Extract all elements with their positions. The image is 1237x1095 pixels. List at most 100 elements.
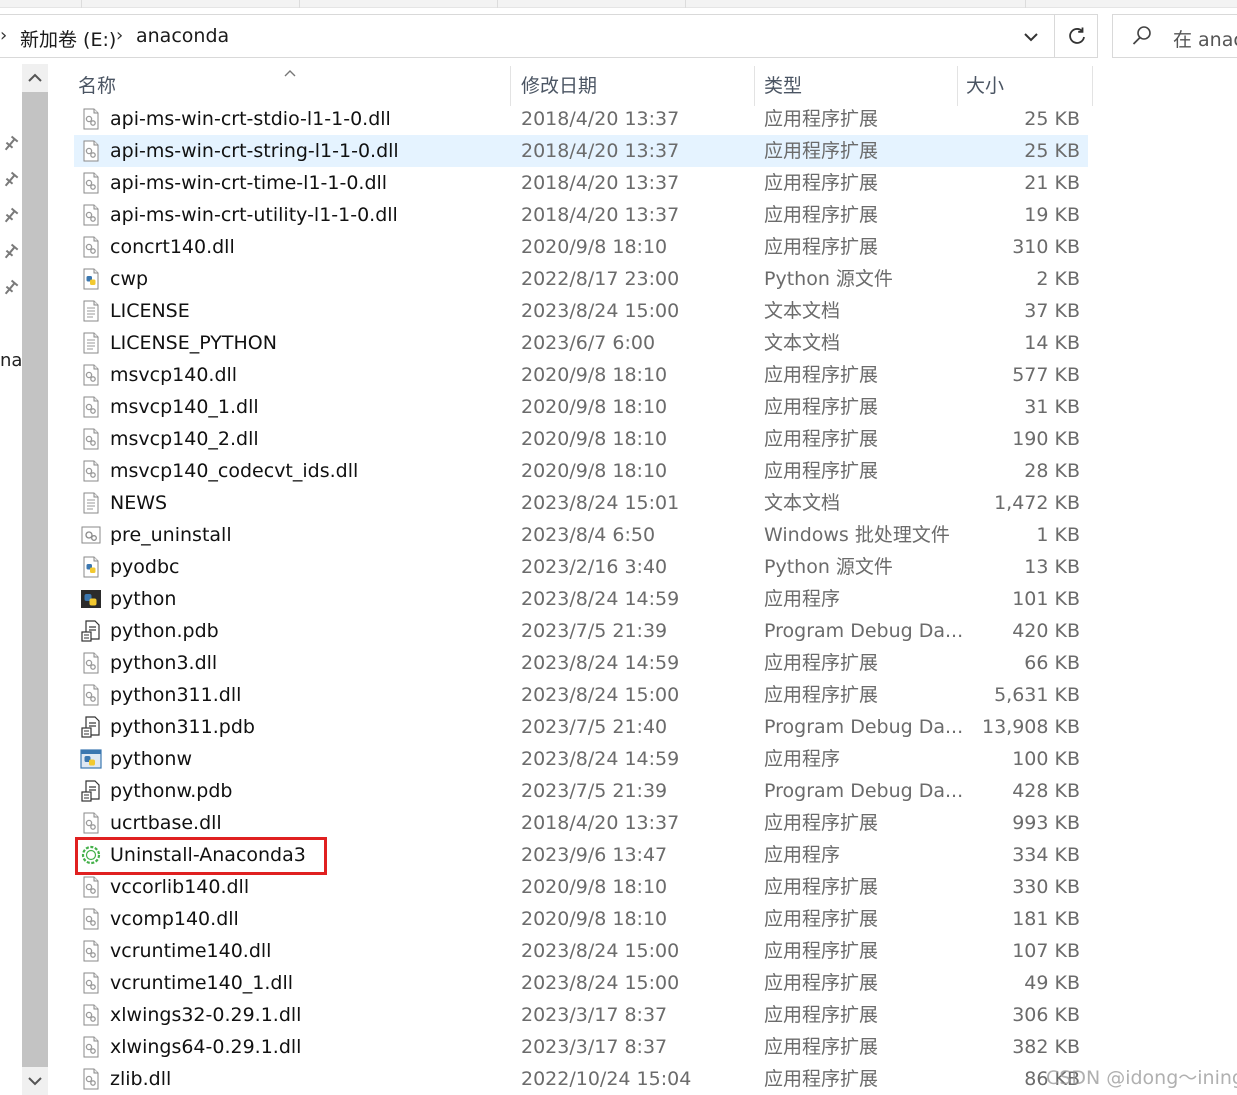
search-placeholder[interactable]: 在 anac — [1173, 25, 1237, 52]
file-name: msvcp140_2.dll — [110, 428, 259, 450]
file-name: python311.dll — [110, 684, 242, 706]
file-row-selected[interactable]: api-ms-win-crt-string-l1-1-0.dll 2018/4/2… — [74, 135, 1088, 167]
column-header-name[interactable]: 名称 — [70, 66, 510, 106]
file-type: 应用程序 — [764, 844, 841, 866]
file-row[interactable]: python3.dll 2023/8/24 14:59 应用程序扩展 66 KB — [74, 647, 1088, 679]
file-date: 2023/8/24 14:59 — [521, 652, 680, 674]
dll-icon — [80, 1068, 102, 1090]
dll-icon — [80, 236, 102, 258]
breadcrumb-chevron-icon[interactable]: › — [0, 25, 7, 46]
file-name: xlwings64-0.29.1.dll — [110, 1036, 302, 1058]
vertical-scrollbar[interactable] — [22, 64, 48, 1095]
breadcrumb-drive[interactable]: 新加卷 (E:) — [20, 25, 116, 52]
file-row[interactable]: zlib.dll 2022/10/24 15:04 应用程序扩展 86 KB — [74, 1063, 1088, 1095]
file-row[interactable]: vccorlib140.dll 2020/9/8 18:10 应用程序扩展 330 K… — [74, 871, 1088, 903]
file-date: 2023/2/16 3:40 — [521, 556, 668, 578]
file-row[interactable]: xlwings64-0.29.1.dll 2023/3/17 8:37 应用程序扩展… — [74, 1031, 1088, 1063]
file-size: 28 KB — [1024, 460, 1080, 482]
file-row[interactable]: api-ms-win-crt-utility-l1-1-0.dll 2018/4/… — [74, 199, 1088, 231]
nav-item-label[interactable]: na — [0, 350, 22, 371]
pin-icon[interactable] — [1, 242, 19, 260]
file-row[interactable]: concrt140.dll 2020/9/8 18:10 应用程序扩展 310 KB — [74, 231, 1088, 263]
file-row[interactable]: pyodbc 2023/2/16 3:40 Python 源文件 13 KB — [74, 551, 1088, 583]
file-size: 993 KB — [1012, 812, 1080, 834]
file-row[interactable]: msvcp140_1.dll 2020/9/8 18:10 应用程序扩展 31 KB — [74, 391, 1088, 423]
file-date: 2020/9/8 18:10 — [521, 876, 668, 898]
file-row[interactable]: pythonw.pdb 2023/7/5 21:39 Program Debug D… — [74, 775, 1088, 807]
file-row[interactable]: NEWS 2023/8/24 15:01 文本文档 1,472 KB — [74, 487, 1088, 519]
file-row[interactable]: LICENSE_PYTHON 2023/6/7 6:00 文本文档 14 KB — [74, 327, 1088, 359]
column-divider[interactable] — [510, 66, 511, 106]
file-type: 应用程序扩展 — [764, 1036, 879, 1058]
file-row[interactable]: ucrtbase.dll 2018/4/20 13:37 应用程序扩展 993 KB — [74, 807, 1088, 839]
dll-icon — [80, 460, 102, 482]
column-divider[interactable] — [754, 66, 755, 106]
column-header-size[interactable]: 大小 — [958, 66, 1092, 106]
scroll-down-icon[interactable] — [22, 1067, 48, 1095]
file-row[interactable]: python 2023/8/24 14:59 应用程序 101 KB — [74, 583, 1088, 615]
dll-icon — [80, 364, 102, 386]
file-row[interactable]: msvcp140_codecvt_ids.dll 2020/9/8 18:10 应用… — [74, 455, 1088, 487]
file-name: ucrtbase.dll — [110, 812, 222, 834]
file-name: Uninstall-Anaconda3 — [110, 844, 306, 866]
pin-icon[interactable] — [1, 134, 19, 152]
file-date: 2018/4/20 13:37 — [521, 812, 680, 834]
file-row[interactable]: pythonw 2023/8/24 14:59 应用程序 100 KB — [74, 743, 1088, 775]
file-row[interactable]: vcruntime140.dll 2023/8/24 15:00 应用程序扩展 107… — [74, 935, 1088, 967]
chevron-down-icon[interactable] — [1017, 23, 1045, 51]
breadcrumb-chevron-icon[interactable]: › — [116, 25, 123, 46]
file-row[interactable]: Uninstall-Anaconda3 2023/9/6 13:47 应用程序 334… — [74, 839, 1088, 871]
file-row[interactable]: python311.pdb 2023/7/5 21:40 Program Debug… — [74, 711, 1088, 743]
file-name: python — [110, 588, 177, 610]
scroll-up-icon[interactable] — [22, 64, 48, 92]
pin-icon[interactable] — [1, 278, 19, 296]
file-type: 应用程序扩展 — [764, 684, 879, 706]
file-size: 190 KB — [1012, 428, 1080, 450]
file-name: cwp — [110, 268, 149, 290]
column-header-type[interactable]: 类型 — [756, 66, 956, 106]
refresh-icon — [1068, 27, 1085, 44]
file-row[interactable]: python311.dll 2023/8/24 15:00 应用程序扩展 5,631 … — [74, 679, 1088, 711]
file-size: 1 KB — [1036, 524, 1080, 546]
file-row[interactable]: msvcp140.dll 2020/9/8 18:10 应用程序扩展 577 KB — [74, 359, 1088, 391]
file-row[interactable]: python.pdb 2023/7/5 21:39 Program Debug Da… — [74, 615, 1088, 647]
file-row[interactable]: vcruntime140_1.dll 2023/8/24 15:00 应用程序扩展 4… — [74, 967, 1088, 999]
address-bar[interactable]: › 新加卷 (E:) › anaconda — [0, 14, 1098, 58]
dll-icon — [80, 972, 102, 994]
file-type: 应用程序扩展 — [764, 364, 879, 386]
column-divider[interactable] — [1092, 66, 1093, 106]
file-name: LICENSE — [110, 300, 190, 322]
file-size: 1,472 KB — [994, 492, 1080, 514]
refresh-button[interactable] — [1054, 15, 1098, 57]
column-header-date[interactable]: 修改日期 — [513, 66, 753, 106]
file-type: 应用程序扩展 — [764, 140, 879, 162]
file-size: 334 KB — [1012, 844, 1080, 866]
file-row[interactable]: pre_uninstall 2023/8/4 6:50 Windows 批处理文件 1… — [74, 519, 1088, 551]
pin-icon[interactable] — [1, 206, 19, 224]
file-row[interactable]: xlwings32-0.29.1.dll 2023/3/17 8:37 应用程序扩展… — [74, 999, 1088, 1031]
pin-icon[interactable] — [1, 170, 19, 188]
file-row[interactable]: msvcp140_2.dll 2020/9/8 18:10 应用程序扩展 190 KB — [74, 423, 1088, 455]
file-row[interactable]: api-ms-win-crt-time-l1-1-0.dll 2018/4/20 … — [74, 167, 1088, 199]
file-row[interactable]: LICENSE 2023/8/24 15:00 文本文档 37 KB — [74, 295, 1088, 327]
scrollbar-thumb[interactable] — [22, 92, 48, 1079]
file-row[interactable]: api-ms-win-crt-stdio-l1-1-0.dll 2018/4/20… — [74, 103, 1088, 135]
dll-icon — [80, 908, 102, 930]
search-box[interactable]: 在 anac — [1112, 14, 1237, 58]
file-row[interactable]: cwp 2022/8/17 23:00 Python 源文件 2 KB — [74, 263, 1088, 295]
file-size: 31 KB — [1024, 396, 1080, 418]
file-type: Python 源文件 — [764, 556, 893, 578]
file-size: 306 KB — [1012, 1004, 1080, 1026]
file-date: 2018/4/20 13:37 — [521, 204, 680, 226]
file-type: 应用程序扩展 — [764, 1004, 879, 1026]
batch-file-icon — [80, 524, 102, 546]
file-date: 2023/8/4 6:50 — [521, 524, 656, 546]
file-type: 应用程序扩展 — [764, 940, 879, 962]
breadcrumb-folder[interactable]: anaconda — [136, 25, 229, 47]
file-row[interactable]: vcomp140.dll 2020/9/8 18:10 应用程序扩展 181 KB — [74, 903, 1088, 935]
file-type: 应用程序 — [764, 748, 841, 770]
file-type: 应用程序扩展 — [764, 428, 879, 450]
file-size: 19 KB — [1024, 204, 1080, 226]
file-name: vcomp140.dll — [110, 908, 239, 930]
file-date: 2023/9/6 13:47 — [521, 844, 668, 866]
